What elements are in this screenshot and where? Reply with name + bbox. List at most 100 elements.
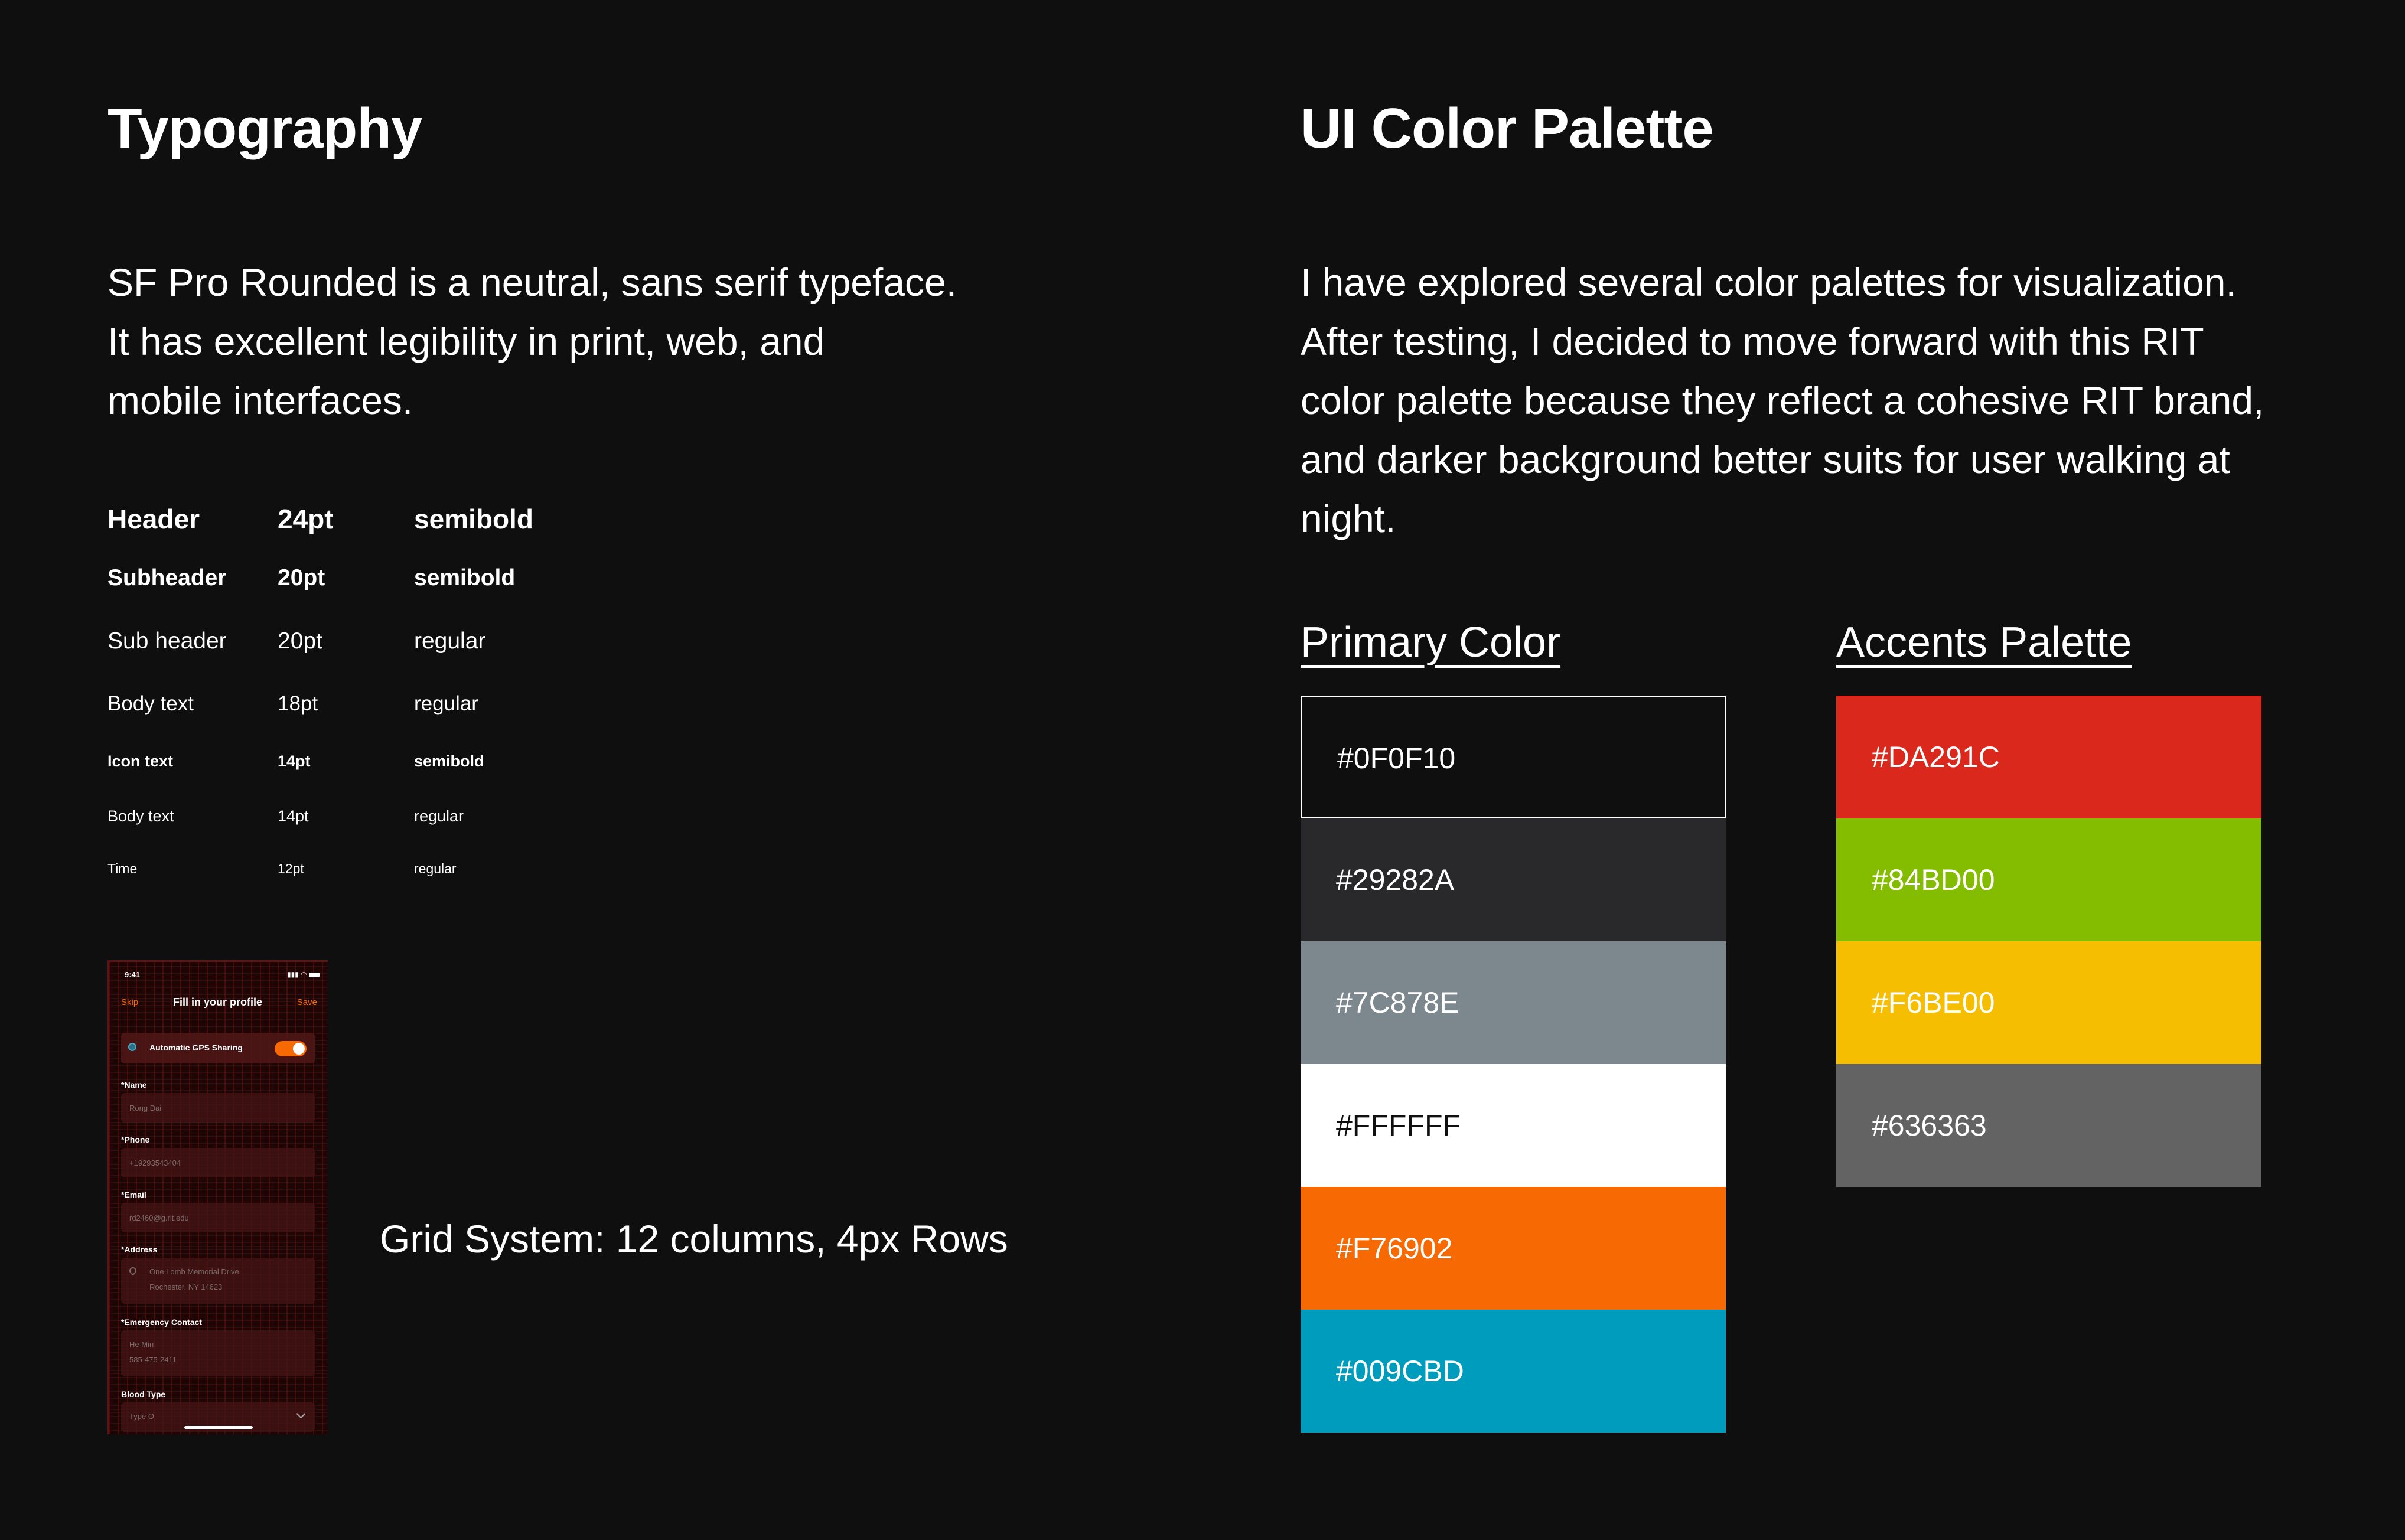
- swatch-84bd00: #84BD00: [1836, 818, 2261, 941]
- type-name: Sub header: [107, 628, 227, 654]
- type-name: Time: [107, 861, 138, 876]
- swatch-f76902: #F76902: [1301, 1187, 1726, 1310]
- emergency-contact-phone: 585-475-2411: [129, 1355, 177, 1364]
- type-name: Subheader: [107, 565, 227, 590]
- type-row-body-text-small: Body text 14pt regular: [107, 807, 639, 843]
- primary-color-title: Primary Color: [1301, 619, 1561, 666]
- pin-icon: [128, 1265, 138, 1276]
- status-icons: ▮▮▮ ◠: [287, 970, 320, 978]
- type-row-icon-text: Icon text 14pt semibold: [107, 752, 639, 788]
- email-label: *Email: [121, 1190, 146, 1199]
- accents-palette-title: Accents Palette: [1836, 619, 2132, 666]
- swatch-hex: #FFFFFF: [1336, 1109, 1461, 1142]
- type-size: 20pt: [278, 628, 322, 654]
- type-row-header: Header 24pt semibold: [107, 503, 639, 539]
- address-line-1: One Lomb Memorial Drive: [149, 1267, 239, 1276]
- accent-swatch-column: #DA291C #84BD00 #F6BE00 #636363: [1836, 696, 2261, 1187]
- type-weight: regular: [414, 807, 464, 825]
- chevron-down-icon: [296, 1409, 306, 1419]
- type-row-time: Time 12pt regular: [107, 861, 639, 896]
- type-size: 14pt: [278, 752, 311, 770]
- type-size: 20pt: [278, 565, 325, 590]
- battery-icon: [309, 972, 320, 977]
- type-name: Header: [107, 504, 200, 534]
- swatch-hex: #29282A: [1336, 863, 1455, 896]
- status-time: 9:41: [125, 970, 141, 979]
- type-weight: regular: [414, 861, 457, 876]
- swatch-hex: #636363: [1872, 1109, 1987, 1142]
- wifi-icon: ◠: [301, 970, 307, 978]
- type-size: 18pt: [278, 692, 318, 715]
- type-size: 24pt: [278, 504, 334, 534]
- emergency-contact-name: He Min: [129, 1340, 154, 1349]
- typography-intro-line: SF Pro Rounded is a neutral, sans serif …: [107, 260, 957, 304]
- palette-intro-line: I have explored several color palettes f…: [1301, 260, 2237, 304]
- address-label: *Address: [121, 1245, 158, 1254]
- type-weight: regular: [414, 628, 486, 654]
- swatch-hex: #F76902: [1336, 1232, 1453, 1265]
- type-row-body-text: Body text 18pt regular: [107, 692, 639, 727]
- email-field[interactable]: rd2460@g.rit.edu: [121, 1203, 315, 1232]
- type-row-sub-header: Sub header 20pt regular: [107, 628, 639, 664]
- swatch-hex: #0F0F10: [1337, 742, 1456, 775]
- swatch-hex: #7C878E: [1336, 986, 1459, 1019]
- gps-sharing-label: Automatic GPS Sharing: [149, 1043, 243, 1052]
- signal-icon: ▮▮▮: [287, 970, 299, 978]
- grid-system-caption: Grid System: 12 columns, 4px Rows: [380, 1217, 1008, 1261]
- toggle-knob: [293, 1043, 305, 1055]
- name-field[interactable]: Rong Dai: [121, 1093, 315, 1123]
- palette-intro-line: and darker background better suits for u…: [1301, 438, 2230, 481]
- type-size: 12pt: [278, 861, 304, 876]
- type-row-subheader: Subheader 20pt semibold: [107, 565, 639, 601]
- home-indicator: [184, 1426, 253, 1429]
- palette-intro-line: After testing, I decided to move forward…: [1301, 319, 2204, 363]
- palette-intro-line: color palette because they reflect a coh…: [1301, 379, 2264, 422]
- type-name: Body text: [107, 692, 194, 715]
- swatch-0f0f10: #0F0F10: [1301, 696, 1726, 818]
- type-name: Body text: [107, 807, 174, 825]
- palette-intro-line: night.: [1301, 497, 1396, 540]
- swatch-f6be00: #F6BE00: [1836, 941, 2261, 1064]
- location-icon: [128, 1043, 136, 1051]
- type-size: 14pt: [278, 807, 309, 825]
- gps-toggle[interactable]: [275, 1041, 307, 1056]
- address-line-2: Rochester, NY 14623: [149, 1283, 223, 1291]
- typography-intro-line: It has excellent legibility in print, we…: [107, 319, 825, 363]
- typography-title: Typography: [107, 97, 422, 160]
- swatch-009cbd: #009CBD: [1301, 1310, 1726, 1433]
- type-name: Icon text: [107, 752, 174, 770]
- gps-sharing-row[interactable]: Automatic GPS Sharing: [121, 1033, 315, 1063]
- blood-type-value: Type O: [129, 1412, 154, 1421]
- phone-label: *Phone: [121, 1135, 150, 1144]
- address-field[interactable]: One Lomb Memorial Drive Rochester, NY 14…: [121, 1258, 315, 1304]
- save-button[interactable]: Save: [297, 997, 317, 1007]
- screen-title: Fill in your profile: [173, 996, 263, 1008]
- emergency-contact-field[interactable]: He Min 585-475-2411: [121, 1330, 315, 1376]
- type-weight: semibold: [414, 565, 516, 590]
- skip-button[interactable]: Skip: [121, 997, 138, 1007]
- type-weight: semibold: [414, 752, 484, 770]
- swatch-29282a: #29282A: [1301, 818, 1726, 941]
- swatch-7c878e: #7C878E: [1301, 941, 1726, 1064]
- palette-title: UI Color Palette: [1301, 97, 1714, 160]
- typography-intro: SF Pro Rounded is a neutral, sans serif …: [107, 253, 957, 430]
- palette-intro: I have explored several color palettes f…: [1301, 253, 2264, 548]
- name-value: Rong Dai: [129, 1104, 162, 1112]
- type-weight: semibold: [414, 504, 533, 534]
- email-value: rd2460@g.rit.edu: [129, 1213, 189, 1222]
- type-weight: regular: [414, 692, 478, 715]
- blood-type-label: Blood Type: [121, 1389, 166, 1399]
- swatch-hex: #009CBD: [1336, 1355, 1464, 1388]
- swatch-hex: #DA291C: [1872, 740, 2000, 774]
- swatch-da291c: #DA291C: [1836, 696, 2261, 818]
- typography-intro-line: mobile interfaces.: [107, 379, 413, 422]
- swatch-hex: #84BD00: [1872, 863, 1995, 896]
- phone-field[interactable]: +19293543404: [121, 1148, 315, 1177]
- primary-swatch-column: #0F0F10 #29282A #7C878E #FFFFFF #F76902 …: [1301, 696, 1726, 1433]
- name-label: *Name: [121, 1080, 147, 1089]
- swatch-hex: #F6BE00: [1872, 986, 1995, 1019]
- emergency-contact-label: *Emergency Contact: [121, 1317, 202, 1327]
- swatch-ffffff: #FFFFFF: [1301, 1064, 1726, 1187]
- phone-value: +19293543404: [129, 1159, 181, 1167]
- swatch-636363: #636363: [1836, 1064, 2261, 1187]
